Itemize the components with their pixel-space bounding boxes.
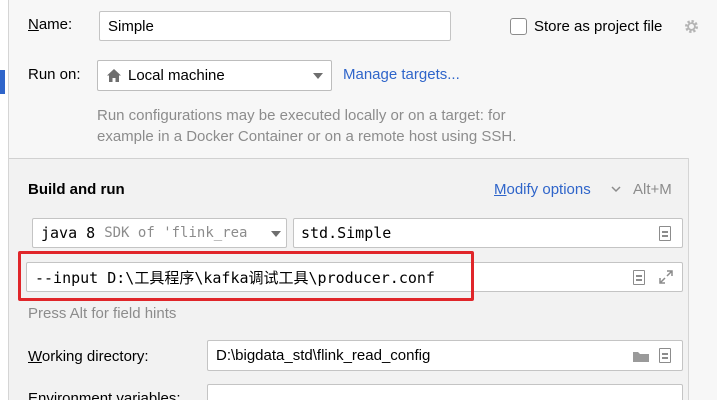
manage-targets-link[interactable]: Manage targets... xyxy=(343,66,460,83)
modify-options-link[interactable]: Modify options xyxy=(494,181,591,198)
section-divider xyxy=(9,158,688,159)
run-on-dropdown[interactable]: Local machine xyxy=(97,60,332,91)
scrollbar-track[interactable] xyxy=(688,158,717,400)
run-hint-line2: example in a Docker Container or on a re… xyxy=(97,128,517,145)
jdk-dropdown[interactable]: java 8 SDK of 'flink_rea xyxy=(32,218,287,248)
modify-options-shortcut: Alt+M xyxy=(633,181,672,198)
run-on-label: Run on: xyxy=(28,66,81,83)
run-on-value: Local machine xyxy=(128,67,225,84)
jdk-sdk-hint: SDK of 'flink_rea xyxy=(104,225,248,241)
working-directory-input[interactable]: D:\bigdata_std\flink_read_config xyxy=(207,340,683,371)
build-and-run-title: Build and run xyxy=(28,181,125,198)
browse-class-icon[interactable] xyxy=(659,226,671,241)
jdk-chevron-down-icon xyxy=(271,231,281,237)
name-input[interactable]: Simple xyxy=(99,11,451,41)
gear-icon[interactable] xyxy=(683,18,700,35)
run-hint-line1: Run configurations may be executed local… xyxy=(97,107,506,124)
jdk-value: java 8 xyxy=(41,224,96,242)
field-hint-text: Press Alt for field hints xyxy=(28,305,177,322)
folder-icon[interactable] xyxy=(632,350,650,363)
store-as-project-label: Store as project file xyxy=(534,18,663,35)
modify-options-chevron-icon xyxy=(611,186,621,193)
working-directory-label: Working directory: xyxy=(28,348,149,365)
working-directory-value: D:\bigdata_std\flink_read_config xyxy=(216,347,431,364)
chevron-down-icon xyxy=(313,73,323,79)
working-directory-expand-icon[interactable] xyxy=(659,348,671,363)
main-class-input[interactable]: std.Simple xyxy=(293,218,683,248)
left-panel-selection xyxy=(0,70,5,94)
red-highlight-box xyxy=(18,251,474,301)
environment-variables-input[interactable] xyxy=(207,384,683,400)
name-label: Name: xyxy=(28,16,73,33)
left-panel-strip xyxy=(0,0,9,400)
main-class-value: std.Simple xyxy=(301,224,392,242)
home-icon xyxy=(107,69,121,82)
store-as-project-checkbox[interactable] xyxy=(510,18,527,35)
maximize-icon[interactable] xyxy=(659,270,673,284)
expand-text-icon[interactable] xyxy=(633,270,645,285)
name-input-value: Simple xyxy=(108,17,154,35)
environment-variables-label: Environment variables: xyxy=(28,390,181,400)
